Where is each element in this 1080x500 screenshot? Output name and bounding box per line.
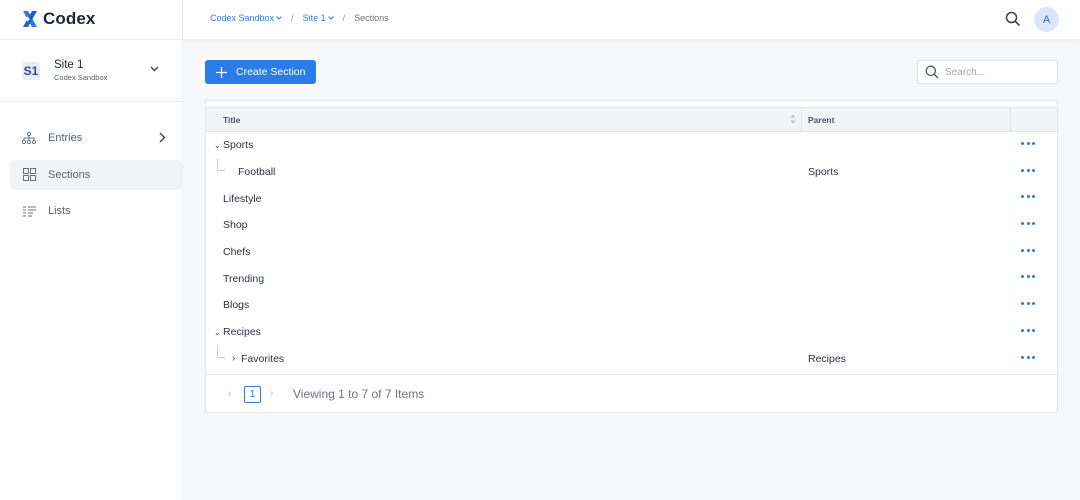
site-badge: S1 [22,61,40,80]
table-row[interactable]: ⌄ Sports [206,132,1057,159]
avatar[interactable]: A [1034,7,1059,32]
sections-table: Title Parent ⌄ Sports Football Sports Li… [205,100,1058,413]
column-header-title-label: Title [223,114,241,125]
row-title-cell: Chefs [223,239,250,266]
more-actions-icon[interactable] [1021,248,1035,252]
expand-toggle-icon[interactable]: ⌄ [214,141,223,150]
row-title-cell: Shop [223,212,248,239]
table-row[interactable]: Blogs [206,292,1057,319]
column-header-parent-label: Parent [808,114,835,125]
search-field[interactable] [917,60,1058,84]
create-section-button[interactable]: Create Section [205,60,316,84]
chevron-down-icon [150,66,159,72]
grid-icon [22,168,36,182]
app-logo[interactable]: Codex [22,9,95,29]
table-row[interactable]: Trending [206,265,1057,292]
page-number-button[interactable]: 1 [244,386,261,403]
search-icon [925,65,939,79]
breadcrumb-current: Sections [354,13,389,23]
row-title: Lifestyle [223,192,262,205]
table-row[interactable]: Chefs [206,239,1057,266]
table-row[interactable]: Football Sports [206,158,1057,186]
table-header: Title Parent [206,107,1057,132]
more-actions-icon[interactable] [1021,355,1035,359]
sort-icon[interactable] [790,114,796,124]
collapse-toggle-icon[interactable]: › [232,353,241,364]
sidebar-item-label: Sections [48,168,91,181]
breadcrumb-workspace-label: Codex Sandbox [210,13,275,23]
sidebar-item-sections[interactable]: Sections [10,159,182,190]
more-actions-icon[interactable] [1021,302,1035,306]
breadcrumb-site-label: Site 1 [302,13,326,23]
sidebar-nav: Entries Sections Lists [10,123,182,233]
chevron-right-icon [159,132,166,143]
create-section-label: Create Section [236,66,306,78]
plus-icon [216,66,227,78]
more-actions-icon[interactable] [1021,275,1035,279]
more-actions-icon[interactable] [1021,195,1035,199]
row-title: Football [238,166,276,179]
search-icon[interactable] [1005,11,1021,27]
row-title-cell: Lifestyle [223,185,262,212]
more-actions-icon[interactable] [1021,168,1035,172]
app-name: Codex [43,9,96,28]
row-title: Recipes [223,326,261,339]
tree-connector [217,158,225,171]
search-input[interactable] [945,66,1045,78]
top-bar: Codex Sandbox / Site 1 / Sections A [183,0,1080,39]
row-title: Favorites [241,352,285,365]
row-title-cell: Blogs [223,292,249,319]
list-icon [22,204,36,218]
sidebar-item-label: Lists [48,205,71,217]
table-row[interactable]: › Favorites Recipes [206,345,1057,373]
breadcrumb-separator: / [291,13,294,23]
table-body: ⌄ Sports Football Sports Lifestyle Shop … [206,132,1057,372]
row-title-cell: Football [238,159,275,186]
site-workspace: Codex Sandbox [54,73,108,82]
row-title-cell: ⌄ Recipes [214,319,261,346]
row-title-cell: Trending [223,265,264,292]
tree-connector [217,345,225,358]
breadcrumb-site[interactable]: Site 1 [303,13,334,23]
column-header-parent[interactable]: Parent [802,108,1011,131]
chevron-down-icon [276,16,282,20]
next-page-icon[interactable]: › [270,388,273,399]
row-title: Blogs [223,299,250,312]
sidebar-item-entries[interactable]: Entries [10,123,182,153]
site-name: Site 1 [54,59,84,71]
row-title: Sports [223,139,254,152]
row-title: Trending [223,272,265,285]
sidebar-item-label: Entries [48,132,83,144]
site-switcher[interactable]: S1 Site 1 Codex Sandbox [0,39,183,102]
row-title: Chefs [223,246,251,259]
table-row[interactable]: Shop [206,212,1057,239]
more-actions-icon[interactable] [1021,142,1035,145]
sidebar: Codex S1 Site 1 Codex Sandbox Entries Se… [0,0,183,500]
row-title: Shop [223,219,248,232]
row-parent: Sports [808,166,839,179]
column-header-actions [1011,108,1057,131]
hierarchy-icon [22,131,36,145]
more-actions-icon[interactable] [1021,328,1035,332]
row-parent: Recipes [808,352,846,365]
breadcrumb: Codex Sandbox / Site 1 / Sections [210,13,389,23]
pagination-info: Viewing 1 to 7 of 7 Items [293,387,425,401]
expand-toggle-icon[interactable]: ⌄ [214,328,223,337]
row-title-cell: ⌄ Sports [214,132,253,159]
more-actions-icon[interactable] [1021,222,1035,226]
pagination: ‹ 1 › Viewing 1 to 7 of 7 Items [206,374,1057,413]
table-row[interactable]: Lifestyle [206,185,1057,212]
breadcrumb-workspace[interactable]: Codex Sandbox [210,13,282,23]
sidebar-item-lists[interactable]: Lists [10,196,182,226]
column-header-title[interactable]: Title [206,108,802,131]
breadcrumb-separator: / [342,13,346,23]
row-title-cell: › Favorites [232,346,284,373]
previous-page-icon[interactable]: ‹ [228,388,231,399]
table-row[interactable]: ⌄ Recipes [206,319,1057,346]
codex-logo-icon [23,11,37,27]
chevron-down-icon [327,16,334,20]
